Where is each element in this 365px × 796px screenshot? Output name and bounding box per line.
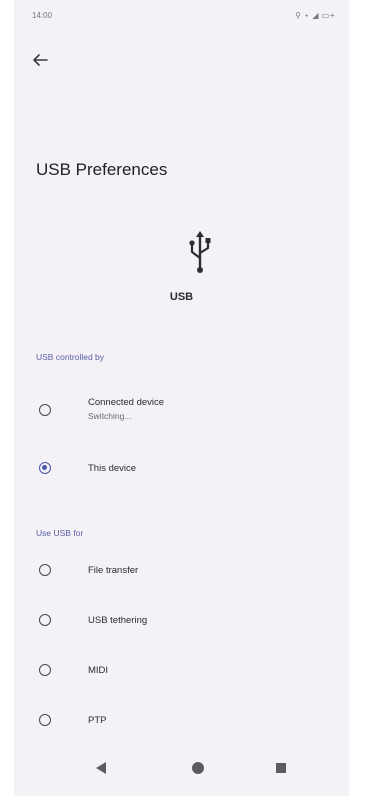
navigation-bar	[14, 744, 349, 796]
status-icons: ⚲ ⋆ ◢ ▭+	[295, 11, 335, 20]
section-header-controlled-by: USB controlled by	[36, 352, 105, 362]
option-ptp[interactable]: PTP	[14, 702, 349, 742]
option-label: File transfer	[88, 565, 139, 576]
option-label: USB tethering	[88, 615, 148, 626]
option-label: Connected device	[88, 397, 165, 408]
section-header-use-usb-for: Use USB for	[36, 528, 84, 538]
status-time: 14:00	[32, 11, 53, 20]
option-usb-tethering[interactable]: USB tethering	[14, 602, 349, 642]
radio-button[interactable]	[39, 564, 51, 576]
usb-label: USB	[169, 291, 194, 303]
radio-button[interactable]	[39, 404, 51, 416]
radio-button[interactable]	[39, 614, 51, 626]
option-label: This device	[88, 463, 137, 474]
option-this-device[interactable]: This device	[14, 448, 349, 488]
screen: 14:00 ⚲ ⋆ ◢ ▭+ USB Preferences USB USB c…	[14, 0, 349, 796]
status-bar: 14:00 ⚲ ⋆ ◢ ▭+	[14, 0, 349, 34]
page-title: USB Preferences	[36, 160, 168, 179]
usb-icon	[189, 231, 211, 273]
option-label: PTP	[88, 715, 107, 726]
nav-recents-icon[interactable]	[276, 763, 286, 773]
radio-button[interactable]	[39, 664, 51, 676]
radio-button[interactable]	[39, 714, 51, 726]
option-midi[interactable]: MIDI	[14, 652, 349, 692]
option-file-transfer[interactable]: File transfer	[14, 552, 349, 592]
nav-back-icon[interactable]	[96, 762, 106, 774]
option-label: MIDI	[88, 665, 109, 676]
option-sublabel: Switching...	[88, 411, 132, 421]
option-connected-device[interactable]: Connected device Switching...	[14, 390, 349, 430]
radio-button-selected[interactable]	[39, 462, 51, 474]
back-button[interactable]	[28, 48, 52, 72]
arrow-left-icon	[33, 54, 48, 66]
nav-home-icon[interactable]	[192, 762, 204, 774]
